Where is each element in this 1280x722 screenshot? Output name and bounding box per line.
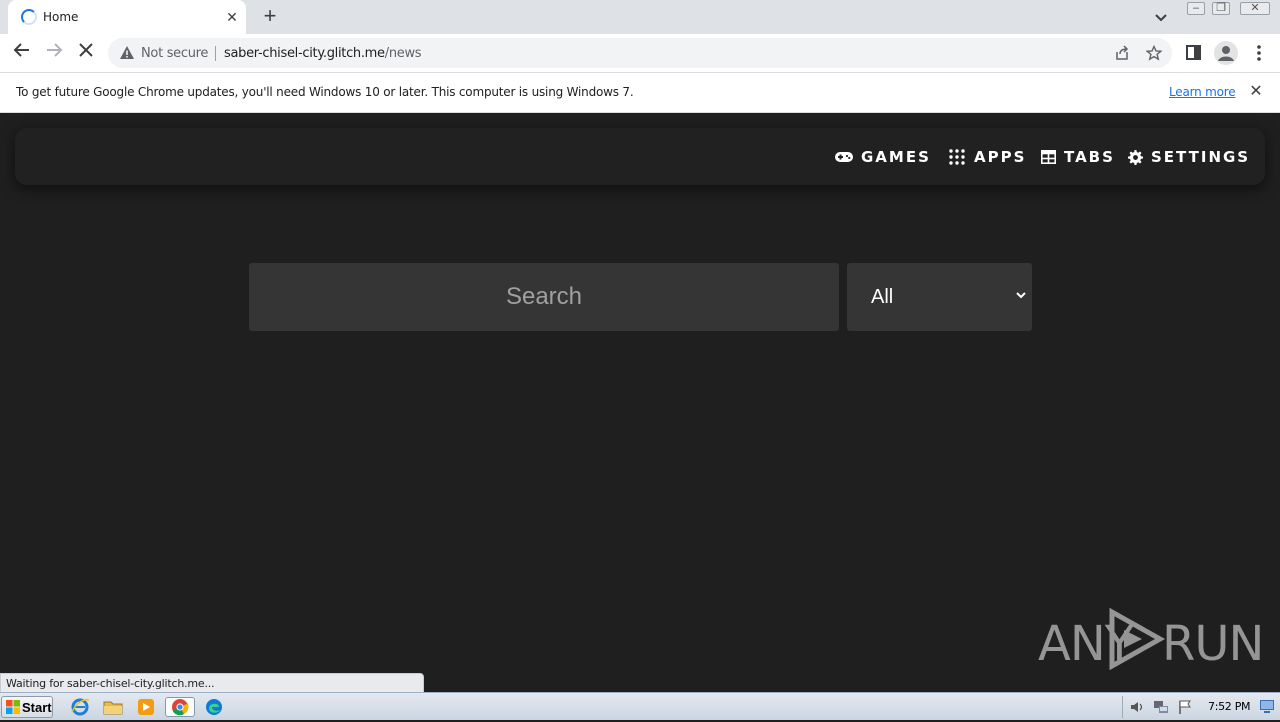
tab-search-icon[interactable] bbox=[1150, 6, 1172, 28]
window-restore-button[interactable]: ❐ bbox=[1208, 0, 1234, 18]
url-host: saber-chisel-city.glitch.me bbox=[224, 46, 385, 61]
nav-apps-label: APPS bbox=[974, 148, 1027, 166]
nav-tabs-link[interactable]: TABS bbox=[1041, 147, 1115, 167]
browser-toolbar: Not secure saber-chisel-city.glitch.me/n… bbox=[0, 34, 1280, 72]
tab-close-icon[interactable]: ✕ bbox=[222, 7, 242, 27]
learn-more-link[interactable]: Learn more bbox=[1169, 85, 1236, 99]
internet-explorer-taskbar-icon[interactable] bbox=[69, 697, 91, 717]
nav-apps-link[interactable]: APPS bbox=[948, 147, 1026, 167]
anyrun-watermark: ANY RUN bbox=[1038, 608, 1264, 674]
system-tray bbox=[1122, 696, 1198, 718]
close-icon bbox=[79, 43, 93, 57]
windows-logo-icon bbox=[6, 700, 20, 714]
media-player-taskbar-icon[interactable] bbox=[135, 697, 157, 717]
chevron-down-icon bbox=[1016, 292, 1026, 299]
address-separator bbox=[215, 46, 216, 61]
side-panel-icon[interactable] bbox=[1184, 43, 1204, 63]
bookmark-star-icon[interactable] bbox=[1146, 45, 1162, 61]
back-button[interactable] bbox=[10, 41, 34, 65]
chrome-taskbar-icon[interactable] bbox=[165, 697, 195, 717]
update-infobar: To get future Google Chrome updates, you… bbox=[0, 72, 1280, 113]
category-select-value: All bbox=[871, 286, 894, 308]
site-navbar: GAMES APPS TABS SETTINGS bbox=[15, 128, 1265, 185]
search-input[interactable] bbox=[249, 263, 839, 331]
tabs-icon bbox=[1041, 150, 1056, 164]
tab-title: Home bbox=[43, 10, 79, 24]
nav-games-label: GAMES bbox=[861, 148, 931, 166]
nav-games-link[interactable]: GAMES bbox=[835, 147, 931, 167]
forward-button[interactable] bbox=[42, 41, 66, 65]
arrow-left-icon bbox=[13, 43, 29, 57]
arrow-right-icon bbox=[47, 43, 63, 57]
gamepad-icon bbox=[835, 152, 853, 162]
infobar-close-icon[interactable]: ✕ bbox=[1247, 83, 1265, 101]
warning-icon bbox=[120, 46, 134, 59]
category-select[interactable]: All bbox=[847, 263, 1032, 331]
edge-taskbar-icon[interactable] bbox=[203, 697, 225, 717]
taskbar-clock[interactable]: 7:52 PM bbox=[1208, 700, 1251, 713]
kebab-menu-icon[interactable] bbox=[1249, 43, 1269, 63]
windows-taskbar: Start 7:52 PM bbox=[0, 692, 1280, 720]
nav-settings-link[interactable]: SETTINGS bbox=[1128, 147, 1250, 167]
page-content: GAMES APPS TABS SETTINGS All ANY RUN bbox=[0, 113, 1280, 692]
action-center-flag-icon[interactable] bbox=[1177, 699, 1193, 715]
tab-strip: Home ✕ + – ❐ ✕ bbox=[0, 0, 1280, 34]
nav-settings-label: SETTINGS bbox=[1151, 148, 1251, 166]
network-icon[interactable] bbox=[1153, 699, 1169, 715]
show-desktop-icon[interactable] bbox=[1258, 697, 1276, 715]
url-path: /news bbox=[384, 46, 422, 61]
address-bar[interactable]: Not secure saber-chisel-city.glitch.me/n… bbox=[108, 38, 1172, 68]
url-text[interactable]: saber-chisel-city.glitch.me/news bbox=[224, 46, 422, 61]
share-icon[interactable] bbox=[1114, 45, 1130, 61]
grid-icon bbox=[949, 149, 965, 165]
play-logo-icon bbox=[1109, 608, 1166, 670]
file-explorer-taskbar-icon[interactable] bbox=[102, 697, 124, 717]
watermark-run: RUN bbox=[1162, 616, 1264, 672]
status-bubble: Waiting for saber-chisel-city.glitch.me.… bbox=[0, 673, 424, 692]
loading-spinner-icon bbox=[21, 9, 37, 25]
gear-icon bbox=[1128, 149, 1143, 165]
start-button[interactable]: Start bbox=[1, 696, 53, 718]
start-label: Start bbox=[22, 700, 52, 715]
infobar-message: To get future Google Chrome updates, you… bbox=[16, 85, 634, 99]
stop-loading-button[interactable] bbox=[74, 41, 98, 65]
nav-tabs-label: TABS bbox=[1064, 148, 1115, 166]
speaker-icon[interactable] bbox=[1129, 699, 1145, 715]
window-close-button[interactable]: ✕ bbox=[1236, 0, 1274, 18]
profile-avatar-icon[interactable] bbox=[1214, 41, 1238, 65]
new-tab-button[interactable]: + bbox=[258, 5, 282, 29]
window-minimize-button[interactable]: – bbox=[1183, 0, 1209, 18]
security-indicator[interactable]: Not secure bbox=[141, 46, 208, 61]
browser-tab[interactable]: Home ✕ bbox=[8, 0, 246, 34]
